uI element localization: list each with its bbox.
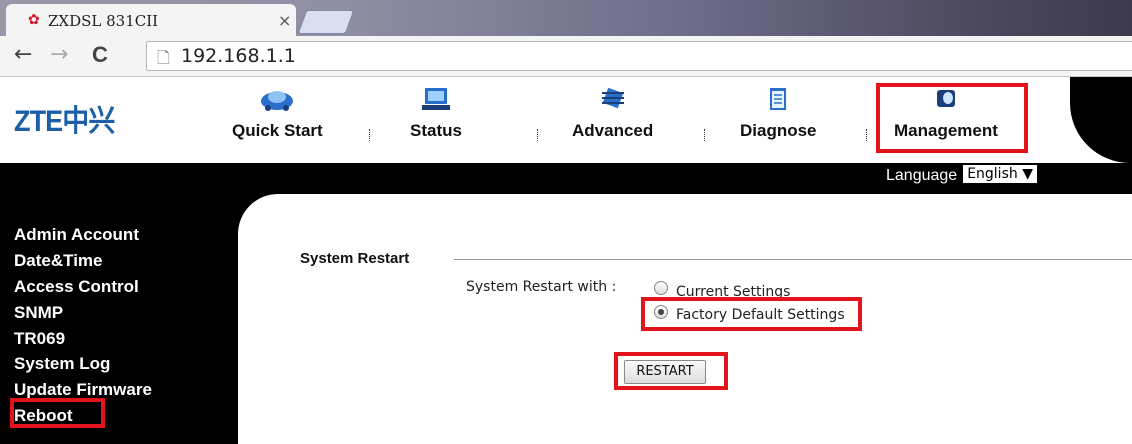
page-icon: 🗋 xyxy=(157,48,170,67)
language-dropdown[interactable]: English ▼ xyxy=(963,165,1037,183)
nav-label: Status xyxy=(410,121,462,140)
nav-separator xyxy=(866,129,867,141)
nav-separator xyxy=(369,129,370,141)
header-curve xyxy=(1070,77,1132,163)
highlight-factory-default xyxy=(641,297,862,331)
nav-separator xyxy=(537,129,538,141)
tab-title: ZXDSL 831CII xyxy=(48,12,159,30)
sidebar-item-system-log[interactable]: System Log xyxy=(14,351,152,377)
sidebar-item-snmp[interactable]: SNMP xyxy=(14,300,152,326)
forward-arrow-icon[interactable]: → xyxy=(50,42,68,67)
nav-separator xyxy=(704,129,705,141)
highlight-reboot xyxy=(10,398,105,428)
language-selector: Language English ▼ xyxy=(886,165,1037,185)
nav-diagnose[interactable]: Diagnose xyxy=(740,85,817,141)
sidebar-item-tr069[interactable]: TR069 xyxy=(14,326,152,352)
nav-label: Diagnose xyxy=(740,121,817,140)
chip-icon xyxy=(601,87,624,109)
browser-toolbar: ← → C 🗋 192.168.1.1 xyxy=(0,36,1132,77)
nav-status[interactable]: Status xyxy=(410,85,462,141)
address-bar[interactable]: 🗋 192.168.1.1 xyxy=(146,41,1132,71)
language-label: Language xyxy=(886,167,958,184)
reload-icon[interactable]: C xyxy=(92,42,108,68)
restart-with-label: System Restart with : xyxy=(466,279,617,295)
nav-advanced[interactable]: Advanced xyxy=(572,85,653,141)
back-arrow-icon[interactable]: ← xyxy=(14,42,32,67)
sidebar-item-date-time[interactable]: Date&Time xyxy=(14,248,152,274)
url-text: 192.168.1.1 xyxy=(181,45,296,67)
section-divider xyxy=(454,259,1132,260)
clipboard-icon xyxy=(770,88,787,110)
current-settings-radio[interactable] xyxy=(654,281,668,295)
sidebar-item-access-control[interactable]: Access Control xyxy=(14,274,152,300)
highlight-management xyxy=(876,83,1028,153)
car-icon xyxy=(261,91,294,111)
sidebar-item-admin-account[interactable]: Admin Account xyxy=(14,222,152,248)
new-tab-button[interactable] xyxy=(297,10,355,34)
monitor-icon xyxy=(421,88,450,110)
nav-label: Quick Start xyxy=(232,121,323,140)
browser-tab[interactable]: ✿ ZXDSL 831CII × xyxy=(6,4,296,36)
highlight-restart-button xyxy=(614,352,728,390)
nav-quick-start[interactable]: Quick Start xyxy=(232,85,323,141)
section-title: System Restart xyxy=(300,250,410,267)
nav-label: Advanced xyxy=(572,121,654,140)
browser-tab-bar: ✿ ZXDSL 831CII × xyxy=(0,0,1132,36)
close-tab-icon[interactable]: × xyxy=(278,11,291,30)
huawei-flower-icon: ✿ xyxy=(28,12,40,28)
zte-logo: ZTE中兴 xyxy=(14,105,115,138)
